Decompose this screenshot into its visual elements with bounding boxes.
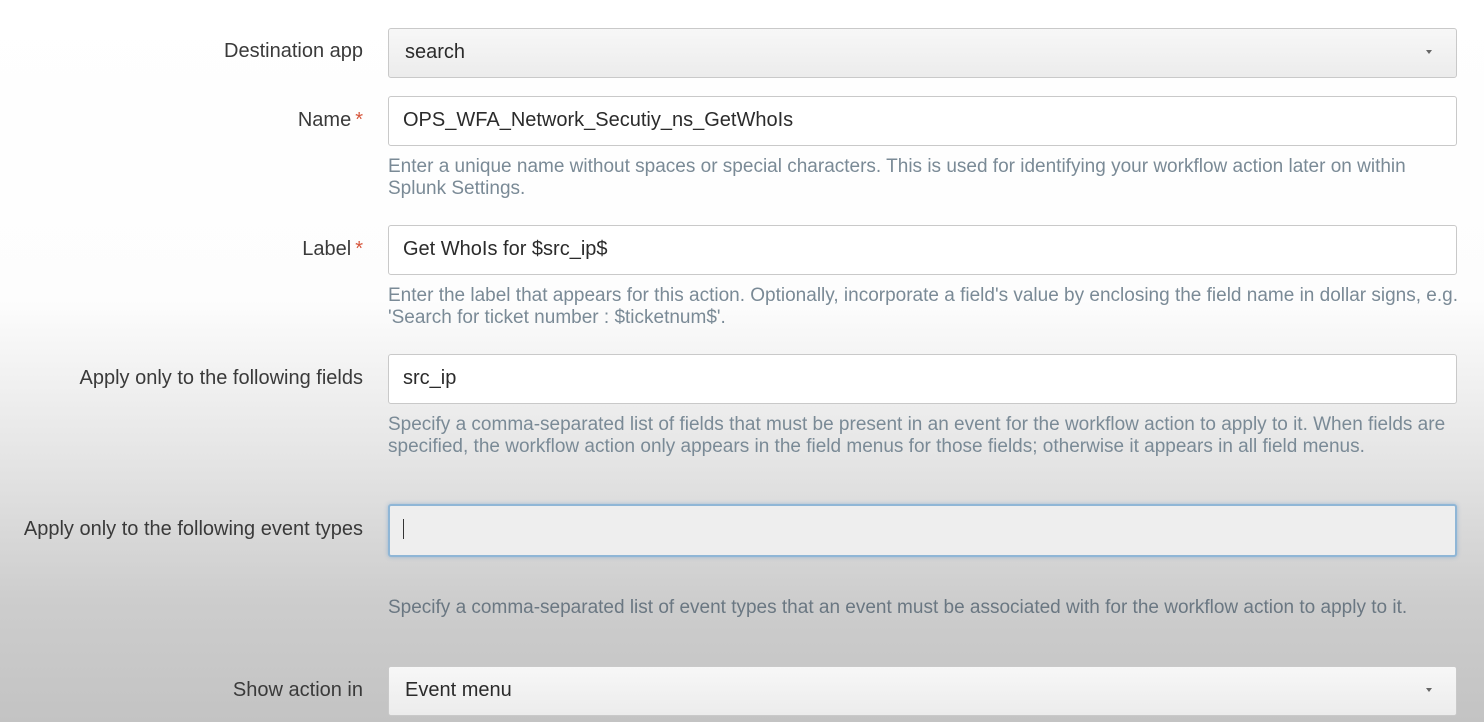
- destination-app-select[interactable]: search: [388, 28, 1457, 78]
- label-field-label-text: Label: [302, 238, 352, 260]
- required-marker: *: [355, 109, 363, 131]
- chevron-down-icon: [1426, 688, 1432, 692]
- show-action-in-label: Show action in: [232, 679, 363, 701]
- name-help-text: Enter a unique name without spaces or sp…: [388, 156, 1406, 199]
- fields-label: Apply only to the following fields: [79, 367, 364, 389]
- show-action-in-select[interactable]: Event menu: [388, 666, 1457, 716]
- fields-input[interactable]: src_ip: [388, 354, 1457, 404]
- label-field-label: Label *: [302, 233, 363, 266]
- destination-app-label: Destination app: [224, 40, 363, 62]
- label-input[interactable]: Get WhoIs for $src_ip$: [388, 225, 1457, 275]
- chevron-down-icon: [1426, 50, 1432, 54]
- event-types-help-text: Specify a comma-separated list of event …: [388, 597, 1408, 618]
- fields-help-text: Specify a comma-separated list of fields…: [388, 414, 1446, 457]
- destination-app-value: search: [405, 41, 466, 63]
- name-input[interactable]: OPS_WFA_Network_Secutiy_ns_GetWhoIs: [388, 96, 1457, 146]
- event-types-input[interactable]: [388, 504, 1457, 557]
- text-cursor: [403, 519, 404, 539]
- show-action-in-value: Event menu: [405, 679, 512, 701]
- event-types-label: Apply only to the following event types: [23, 518, 363, 540]
- label-help-text: Enter the label that appears for this ac…: [388, 285, 1459, 328]
- name-label-text: Name: [297, 109, 352, 131]
- name-label: Name *: [298, 104, 363, 137]
- required-marker: *: [355, 238, 363, 260]
